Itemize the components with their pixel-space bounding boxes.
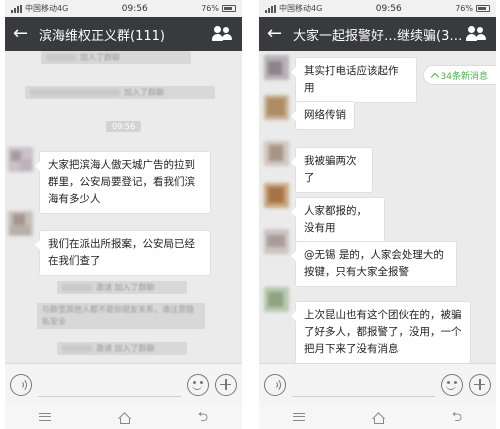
emoji-icon[interactable] <box>187 373 209 396</box>
voice-icon[interactable] <box>10 373 32 396</box>
chat-bubble[interactable]: 大家把滨海人傲天城广告的拉到群里，公安局要登记，看我们滨海有多少人 <box>35 151 211 214</box>
input-bar <box>5 363 242 405</box>
back-nav-icon[interactable]: ⮌ <box>198 411 208 424</box>
battery-percent: 76% <box>455 4 473 13</box>
chat-bubble[interactable]: 人家都报的，没有用 <box>291 197 385 243</box>
signal-icon <box>11 4 22 13</box>
avatar[interactable] <box>264 229 289 254</box>
chat-title-bar: ← 大家一起报警好…继续骗(385) <box>259 17 496 51</box>
system-notice: 邀请 加入了群聊 <box>57 281 187 294</box>
right-chat-screen: 中国移动4G 09:56 76% ← 大家一起报警好…继续骗(385) 其实打电… <box>259 0 496 429</box>
system-notice: 加入了群聊 <box>25 86 215 99</box>
chat-bubble[interactable]: 我被骗两次了 <box>291 147 373 193</box>
avatar[interactable] <box>8 147 33 172</box>
home-icon[interactable] <box>118 412 131 424</box>
chat-title-bar: ← 滨海维权正义群(111) <box>5 17 242 51</box>
menu-icon[interactable] <box>38 413 51 421</box>
new-messages-count: 34条新消息 <box>440 71 488 82</box>
avatar[interactable] <box>264 95 289 120</box>
message-input[interactable] <box>292 373 435 397</box>
timestamp: 09:56 <box>106 121 142 132</box>
emoji-icon[interactable] <box>441 373 463 396</box>
avatar[interactable] <box>264 55 289 80</box>
chat-bubble[interactable]: @无锡 是的，人家会处理大的按键，只有大家全报警 <box>291 241 457 287</box>
new-messages-button[interactable]: 34条新消息 <box>422 65 496 85</box>
group-members-icon[interactable] <box>466 26 488 42</box>
system-nav-bar: ⮌ <box>5 405 242 429</box>
carrier-label: 中国移动4G <box>279 4 323 13</box>
avatar[interactable] <box>264 141 289 166</box>
battery-icon <box>221 5 236 12</box>
carrier-label: 中国移动4G <box>25 4 69 13</box>
chat-bubble[interactable]: 网络传销 <box>291 101 355 130</box>
message-input[interactable] <box>38 373 181 397</box>
left-chat-screen: 中国移动4G 09:56 76% ← 滨海维权正义群(111) 加入了群聊 加入… <box>5 0 242 429</box>
plus-icon[interactable] <box>215 373 237 396</box>
voice-icon[interactable] <box>264 373 286 396</box>
back-nav-icon[interactable]: ⮌ <box>452 411 462 424</box>
plus-icon[interactable] <box>469 373 491 396</box>
status-time: 09:56 <box>375 3 402 14</box>
chat-title: 滨海维权正义群(111) <box>39 28 165 44</box>
group-members-icon[interactable] <box>212 26 234 42</box>
avatar[interactable] <box>264 287 289 312</box>
system-notice: 加入了群聊 <box>41 51 191 64</box>
system-notice: 邀请 加入了群聊 <box>57 342 187 355</box>
signal-icon <box>265 4 276 13</box>
chat-bubble[interactable]: 上次昆山也有这个团伙在的，被骗了好多人，都报警了，没用，一个把月下来了没有消息 <box>291 301 471 363</box>
chat-bubble[interactable]: 我们在派出所报案，公安局已经在我们查了 <box>35 230 211 276</box>
battery-icon <box>475 5 490 12</box>
system-nav-bar: ⮌ <box>259 405 496 429</box>
system-notice: 与群里其他人都不是你朋友关系，请注意隐私安全 <box>37 303 205 329</box>
chat-title: 大家一起报警好…继续骗(385) <box>293 28 466 44</box>
home-icon[interactable] <box>372 412 385 424</box>
menu-icon[interactable] <box>292 413 305 421</box>
battery-percent: 76% <box>201 4 219 13</box>
back-arrow-icon[interactable]: ← <box>267 25 289 43</box>
back-arrow-icon[interactable]: ← <box>13 25 35 43</box>
input-bar <box>259 363 496 405</box>
status-bar: 中国移动4G 09:56 76% <box>5 0 242 17</box>
avatar[interactable] <box>264 183 289 208</box>
message-list[interactable]: 其实打电话应该起作用 34条新消息 网络传销 我被骗两次了 人家都报的，没有用 … <box>259 51 496 363</box>
status-bar: 中国移动4G 09:56 76% <box>259 0 496 17</box>
chevron-up-icon <box>430 72 439 81</box>
status-time: 09:56 <box>121 3 148 14</box>
chat-bubble[interactable]: 其实打电话应该起作用 <box>291 57 417 103</box>
avatar[interactable] <box>8 211 33 236</box>
message-list[interactable]: 加入了群聊 加入了群聊 09:56 大家把滨海人傲天城广告的拉到群里，公安局要登… <box>5 51 242 363</box>
